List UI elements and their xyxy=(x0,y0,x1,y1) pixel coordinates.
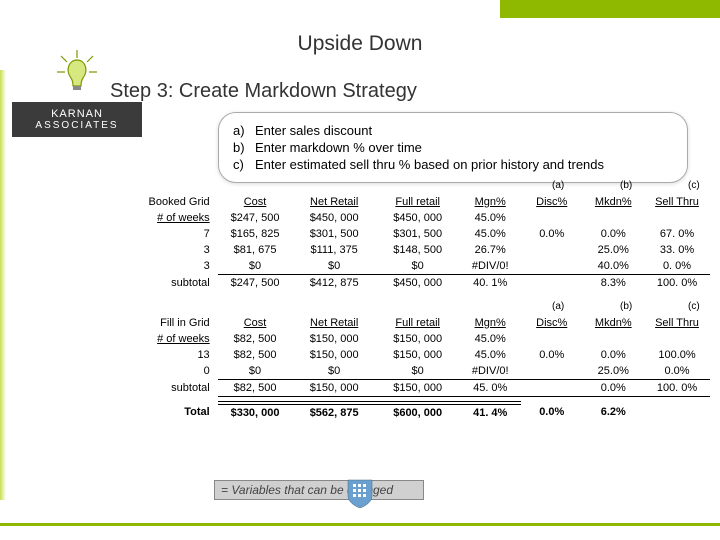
brand-line1: KARNAN xyxy=(51,108,103,120)
booked-title: Booked Grid xyxy=(110,194,218,210)
total-row: Total $330, 000 $562, 875 $600, 000 41. … xyxy=(110,403,710,421)
left-gradient xyxy=(0,70,6,500)
step-heading: Step 3: Create Markdown Strategy xyxy=(110,80,417,103)
instr-text-a: Enter sales discount xyxy=(255,123,372,138)
h-sell: Sell Thru xyxy=(644,194,710,210)
table-row: 7 $165, 825 $301, 500 $301, 500 45.0% 0.… xyxy=(110,226,710,242)
h-mkdn: Mkdn% xyxy=(583,194,645,210)
instruction-box: a)Enter sales discount b)Enter markdown … xyxy=(218,112,688,183)
table-header-row: Booked Grid Cost Net Retail Full retail … xyxy=(110,194,710,210)
col-b: (b) xyxy=(620,180,632,191)
instr-label-c: c) xyxy=(233,157,255,172)
header-accent-bar xyxy=(500,0,720,18)
instr-label-a: a) xyxy=(233,123,255,138)
footer-crest-icon xyxy=(346,478,374,510)
table-row: # of weeks $247, 500 $450, 000 $450, 000… xyxy=(110,210,710,226)
col-c: (c) xyxy=(688,180,700,191)
column-group-labels-2: (a) (b) (c) xyxy=(110,301,710,315)
h-full: Full retail xyxy=(376,194,460,210)
weeks-label: # of weeks xyxy=(110,210,218,226)
brand-line2: ASSOCIATES xyxy=(16,120,138,131)
booked-grid-table: Booked Grid Cost Net Retail Full retail … xyxy=(110,194,710,291)
legend-box: = Variables that can be changed xyxy=(214,480,424,500)
h-cost: Cost xyxy=(218,194,293,210)
h-disc: Disc% xyxy=(521,194,583,210)
instr-label-b: b) xyxy=(233,140,255,155)
subtotal-row: subtotal $82, 500 $150, 000 $150, 000 45… xyxy=(110,380,710,397)
fill-grid-table: Fill in Grid Cost Net Retail Full retail… xyxy=(110,315,710,421)
table-row: 0 $0 $0 $0 #DIV/0! 25.0% 0.0% xyxy=(110,363,710,380)
table-header-row: Fill in Grid Cost Net Retail Full retail… xyxy=(110,315,710,331)
table-row: 13 $82, 500 $150, 000 $150, 000 45.0% 0.… xyxy=(110,347,710,363)
fill-title: Fill in Grid xyxy=(110,315,218,331)
table-row: 3 $81, 675 $111, 375 $148, 500 26.7% 25.… xyxy=(110,242,710,258)
instr-text-c: Enter estimated sell thru % based on pri… xyxy=(255,157,604,172)
brand-name: KARNAN ASSOCIATES xyxy=(12,102,142,137)
footer-accent-bar xyxy=(0,523,720,526)
col-a: (a) xyxy=(552,180,564,191)
subtotal-row: subtotal $247, 500 $412, 875 $450, 000 4… xyxy=(110,275,710,292)
h-mgn: Mgn% xyxy=(459,194,521,210)
lightbulb-icon xyxy=(53,48,101,96)
column-group-labels: (a) (b) (c) xyxy=(110,180,710,194)
data-tables: (a) (b) (c) Booked Grid Cost Net Retail … xyxy=(110,180,710,421)
instr-text-b: Enter markdown % over time xyxy=(255,140,422,155)
h-net: Net Retail xyxy=(292,194,376,210)
table-row: 3 $0 $0 $0 #DIV/0! 40.0% 0. 0% xyxy=(110,258,710,275)
table-row: # of weeks $82, 500 $150, 000 $150, 000 … xyxy=(110,331,710,347)
